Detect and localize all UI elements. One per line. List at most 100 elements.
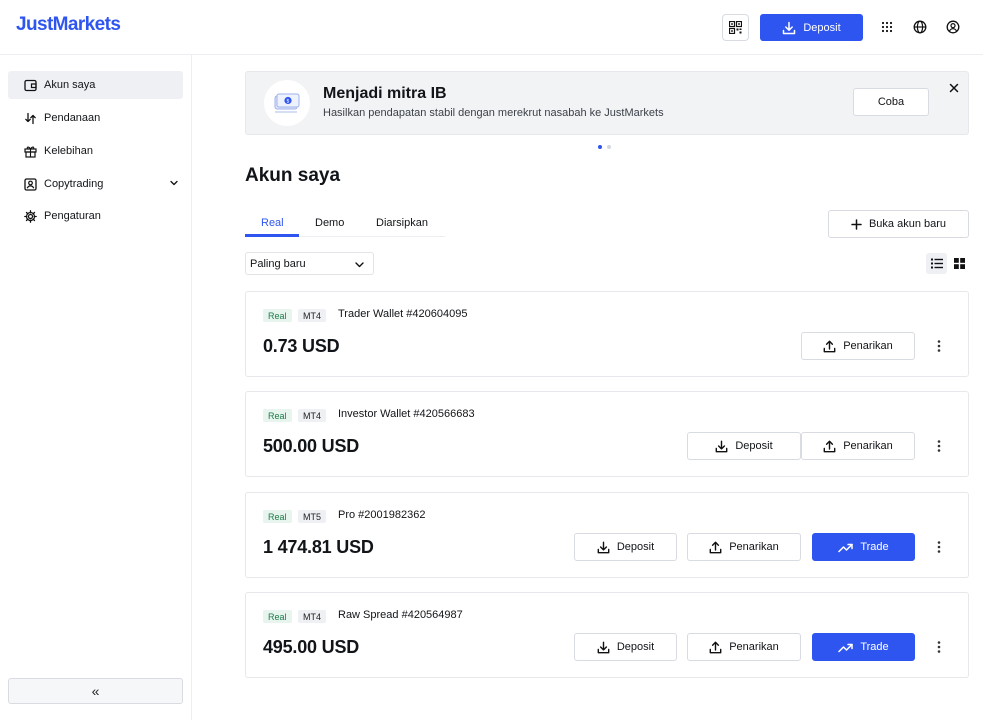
header-deposit-button[interactable]: Deposit: [760, 14, 863, 41]
globe-icon: [913, 20, 927, 34]
download-icon: [597, 541, 610, 553]
account-name: Trader Wallet #420604095: [338, 308, 468, 320]
sidebar-collapse-button[interactable]: «: [8, 678, 183, 704]
active-tab-indicator: [245, 234, 299, 237]
svg-text:$: $: [286, 99, 289, 105]
account-card: Real MT5 Pro #2001982362 1 474.81 USD De…: [245, 492, 969, 578]
copytrading-icon: [24, 177, 37, 191]
open-new-account-button[interactable]: Buka akun baru: [828, 210, 969, 238]
deposit-button[interactable]: Deposit: [574, 533, 677, 561]
wallet-icon: [24, 79, 37, 91]
sidebar-item-akun-saya[interactable]: Akun saya: [8, 71, 183, 99]
upload-icon: [823, 340, 836, 352]
withdraw-label: Penarikan: [729, 541, 779, 553]
qr-code-icon: [729, 21, 742, 34]
tab-demo[interactable]: Demo: [315, 217, 344, 229]
sidebar-item-label: Kelebihan: [44, 145, 93, 157]
account-type-badge: Real: [263, 309, 292, 322]
more-options-button[interactable]: [936, 339, 942, 353]
platform-badge: MT4: [298, 309, 326, 322]
download-icon: [783, 21, 796, 34]
close-icon: [949, 83, 959, 93]
account-tabs: Real Demo Diarsipkan: [245, 210, 445, 237]
sort-select[interactable]: Paling baru: [245, 252, 374, 275]
transfer-icon: [25, 112, 36, 124]
withdraw-button[interactable]: Penarikan: [801, 332, 915, 360]
account-type-badge: Real: [263, 510, 292, 523]
trending-up-icon: [838, 643, 854, 652]
banner-try-button[interactable]: Coba: [853, 88, 929, 116]
tab-archived[interactable]: Diarsipkan: [376, 217, 428, 229]
account-type-badge: Real: [263, 610, 292, 623]
account-name: Raw Spread #420564987: [338, 609, 463, 621]
more-options-button[interactable]: [936, 640, 942, 654]
promo-banner: $ Menjadi mitra IB Hasilkan pendapatan s…: [245, 71, 969, 135]
sidebar-item-label: Copytrading: [44, 178, 104, 190]
account-balance: 0.73 USD: [263, 336, 340, 356]
account-balance: 500.00 USD: [263, 436, 360, 456]
page-title: Akun saya: [245, 165, 341, 186]
deposit-button[interactable]: Deposit: [687, 432, 801, 460]
sidebar-item-pendanaan[interactable]: Pendanaan: [8, 104, 183, 132]
open-new-account-label: Buka akun baru: [868, 218, 947, 230]
chevron-down-icon: [355, 262, 364, 268]
upload-icon: [823, 440, 836, 452]
deposit-button[interactable]: Deposit: [574, 633, 677, 661]
account-balance: 495.00 USD: [263, 637, 360, 657]
sidebar: Akun saya Pendanaan Kelebihan Copytradin…: [0, 55, 192, 720]
account-balance: 1 474.81 USD: [263, 537, 374, 557]
list-icon: [930, 258, 943, 269]
trade-button[interactable]: Trade: [812, 633, 915, 661]
list-view-toggle[interactable]: [926, 253, 947, 274]
account-name: Investor Wallet #420566683: [338, 408, 475, 420]
account-card: Real MT4 Investor Wallet #420566683 500.…: [245, 391, 969, 477]
carousel-dot-active[interactable]: [598, 145, 602, 149]
more-vertical-icon: [937, 541, 941, 553]
withdraw-button[interactable]: Penarikan: [687, 633, 801, 661]
banner-close-button[interactable]: [946, 80, 962, 96]
sidebar-item-pengaturan[interactable]: Pengaturan: [8, 202, 183, 230]
chevron-down-icon: [170, 180, 178, 186]
platform-badge: MT5: [298, 510, 326, 523]
withdraw-button[interactable]: Penarikan: [687, 533, 801, 561]
carousel-dot[interactable]: [607, 145, 611, 149]
download-icon: [715, 440, 728, 452]
sidebar-item-kelebihan[interactable]: Kelebihan: [8, 137, 183, 165]
upload-icon: [709, 541, 722, 553]
more-options-button[interactable]: [936, 540, 942, 554]
tab-real[interactable]: Real: [261, 217, 284, 229]
platform-badge: MT4: [298, 409, 326, 422]
banner-title: Menjadi mitra IB: [323, 85, 447, 102]
grid-view-toggle[interactable]: [949, 253, 970, 274]
profile-button[interactable]: [944, 18, 962, 36]
withdraw-label: Penarikan: [843, 340, 893, 352]
money-icon: $: [274, 93, 300, 113]
withdraw-button[interactable]: Penarikan: [801, 432, 915, 460]
withdraw-label: Penarikan: [729, 641, 779, 653]
qr-code-button[interactable]: [722, 14, 749, 41]
upload-icon: [709, 641, 722, 653]
banner-subtitle: Hasilkan pendapatan stabil dengan merekr…: [323, 107, 664, 119]
apps-grid-button[interactable]: [878, 18, 896, 36]
more-vertical-icon: [937, 340, 941, 352]
trade-label: Trade: [860, 641, 889, 653]
account-type-badge: Real: [263, 409, 292, 422]
header-deposit-label: Deposit: [803, 21, 841, 34]
banner-illustration: $: [264, 80, 310, 126]
more-vertical-icon: [937, 641, 941, 653]
more-options-button[interactable]: [936, 439, 942, 453]
gear-icon: [24, 209, 37, 223]
sidebar-item-label: Pengaturan: [44, 210, 101, 222]
trade-label: Trade: [860, 541, 889, 553]
grid-icon: [954, 258, 965, 269]
language-button[interactable]: [911, 18, 929, 36]
account-name: Pro #2001982362: [338, 509, 426, 521]
sort-value: Paling baru: [250, 257, 306, 270]
sidebar-item-copytrading[interactable]: Copytrading: [8, 170, 183, 198]
logo[interactable]: JustMarkets: [16, 14, 121, 36]
user-icon: [946, 20, 960, 34]
account-card: Real MT4 Raw Spread #420564987 495.00 US…: [245, 592, 969, 678]
top-header: JustMarkets Deposit: [0, 0, 983, 55]
trade-button[interactable]: Trade: [812, 533, 915, 561]
carousel-dots: [598, 145, 611, 149]
